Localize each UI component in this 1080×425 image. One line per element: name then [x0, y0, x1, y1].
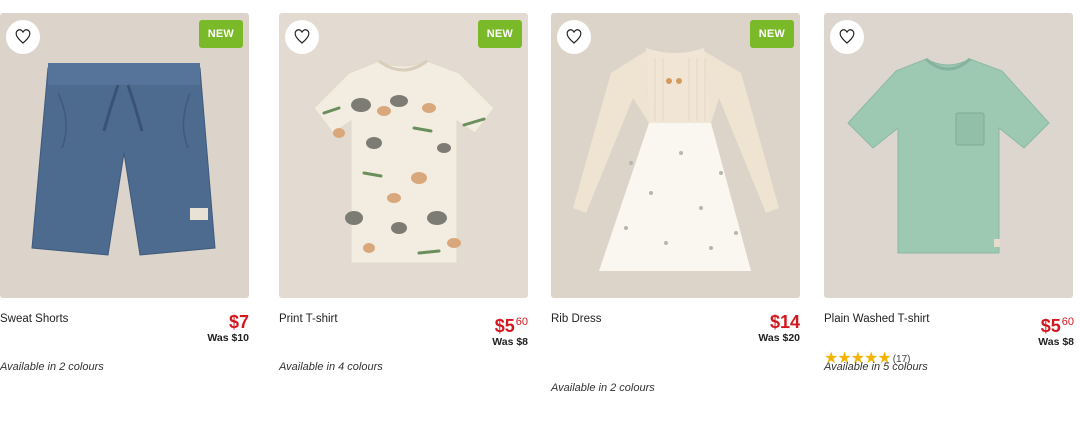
current-price: $14 — [758, 312, 800, 332]
product-image[interactable]: NEW — [551, 13, 800, 298]
price-cents: 60 — [515, 316, 528, 328]
heart-outline-icon — [294, 29, 310, 44]
product-card[interactable]: NEW Sweat Shorts $7 Was $10 Available in… — [0, 13, 249, 413]
price-dollars: $14 — [769, 312, 800, 332]
new-badge: NEW — [749, 20, 794, 48]
colour-availability: Available in 5 colours — [824, 361, 928, 373]
product-card[interactable]: NEW Rib Dress $14 Was $20 Available in 2… — [551, 13, 800, 413]
favourite-button[interactable] — [6, 20, 40, 54]
product-name[interactable]: Sweat Shorts — [0, 313, 68, 325]
product-price: $560 Was $8 — [492, 312, 528, 348]
current-price: $560 — [492, 312, 528, 336]
heart-outline-icon — [839, 29, 855, 44]
product-name[interactable]: Plain Washed T-shirt — [824, 313, 929, 325]
price-dollars: $5 — [494, 316, 515, 336]
tshirt-print-image — [313, 59, 495, 264]
product-card[interactable]: Plain Washed T-shirt $560 Was $8 ★★★★★ (… — [824, 13, 1080, 413]
favourite-button[interactable] — [557, 20, 591, 54]
product-name[interactable]: Print T-shirt — [279, 313, 338, 325]
product-name[interactable]: Rib Dress — [551, 313, 601, 325]
rib-dress-image — [573, 48, 779, 271]
current-price: $560 — [1038, 312, 1074, 336]
colour-availability: Available in 2 colours — [551, 382, 655, 394]
favourite-button[interactable] — [285, 20, 319, 54]
product-price: $14 Was $20 — [758, 312, 800, 344]
current-price: $7 — [207, 312, 249, 332]
colour-availability: Available in 4 colours — [279, 361, 383, 373]
was-price: Was $20 — [758, 332, 800, 344]
price-cents: 60 — [1061, 316, 1074, 328]
was-price: Was $8 — [492, 336, 528, 348]
product-price: $560 Was $8 — [1038, 312, 1074, 348]
favourite-button[interactable] — [830, 20, 864, 54]
product-card[interactable]: NEW Print T-shirt $560 Was $8 Available … — [279, 13, 528, 413]
new-badge: NEW — [198, 20, 243, 48]
was-price: Was $8 — [1038, 336, 1074, 348]
product-image[interactable]: NEW — [279, 13, 528, 298]
heart-outline-icon — [566, 29, 582, 44]
colour-availability: Available in 2 colours — [0, 361, 104, 373]
price-dollars: $5 — [1040, 316, 1061, 336]
heart-outline-icon — [15, 29, 31, 44]
product-price: $7 Was $10 — [207, 312, 249, 344]
sweat-shorts-image — [31, 63, 216, 256]
new-badge: NEW — [477, 20, 522, 48]
price-dollars: $7 — [228, 312, 249, 332]
washed-tshirt-image — [847, 57, 1050, 254]
was-price: Was $10 — [207, 332, 249, 344]
product-image[interactable]: NEW — [0, 13, 249, 298]
product-image[interactable] — [824, 13, 1073, 298]
